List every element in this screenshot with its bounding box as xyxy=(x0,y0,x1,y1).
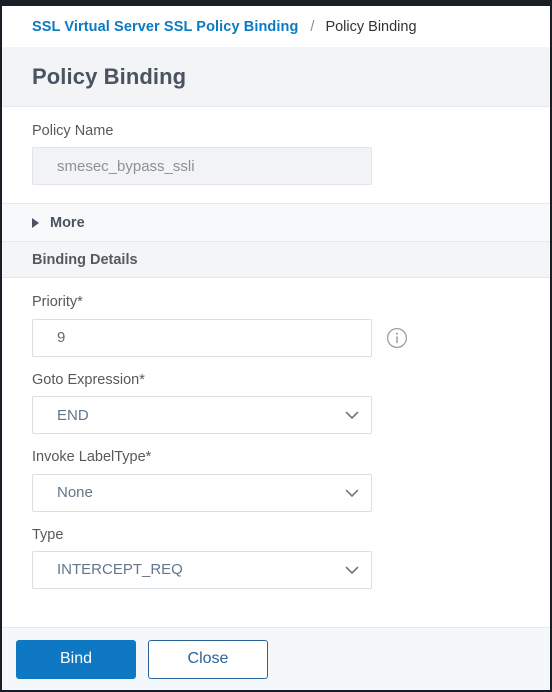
chevron-down-icon xyxy=(343,561,361,579)
invoke-labeltype-field-group: Invoke LabelType* None xyxy=(2,449,550,512)
policy-name-label: Policy Name xyxy=(32,123,114,139)
breadcrumb-separator: / xyxy=(310,18,315,35)
priority-input-row xyxy=(32,318,520,357)
type-select[interactable]: INTERCEPT_REQ xyxy=(32,550,372,589)
policy-name-field-group: Policy Name xyxy=(2,107,550,186)
caret-right-icon xyxy=(32,217,39,228)
page-title-band: Policy Binding xyxy=(2,47,550,107)
invoke-labeltype-value: None xyxy=(57,484,93,502)
more-section-toggle[interactable]: More xyxy=(2,203,550,243)
more-label: More xyxy=(50,214,85,231)
type-value: INTERCEPT_REQ xyxy=(57,561,183,579)
close-button[interactable]: Close xyxy=(148,639,268,679)
binding-details-header: Binding Details xyxy=(2,242,550,279)
goto-expression-select-wrap: END xyxy=(32,396,372,435)
priority-input[interactable] xyxy=(32,318,372,357)
goto-expression-field-group: Goto Expression* END xyxy=(2,371,550,435)
invoke-labeltype-select-wrap: None xyxy=(32,473,372,512)
page-title: Policy Binding xyxy=(32,63,187,89)
dialog-footer: Bind Close xyxy=(2,627,550,690)
form-body: Policy Name More Binding Details Priorit… xyxy=(2,107,550,627)
type-field-group: Type INTERCEPT_REQ xyxy=(2,527,550,589)
goto-expression-select[interactable]: END xyxy=(32,396,372,435)
type-label: Type xyxy=(32,526,64,543)
info-circle-icon[interactable] xyxy=(386,327,408,349)
goto-expression-label: Goto Expression* xyxy=(32,371,145,388)
breadcrumb-current: Policy Binding xyxy=(325,18,417,35)
chevron-down-icon xyxy=(343,406,361,424)
breadcrumb-parent-link[interactable]: SSL Virtual Server SSL Policy Binding xyxy=(32,19,298,35)
invoke-labeltype-select[interactable]: None xyxy=(32,473,372,512)
type-select-wrap: INTERCEPT_REQ xyxy=(32,550,372,589)
chevron-down-icon xyxy=(343,484,361,502)
breadcrumb: SSL Virtual Server SSL Policy Binding / … xyxy=(2,6,550,47)
priority-label: Priority* xyxy=(32,294,83,311)
invoke-labeltype-label: Invoke LabelType* xyxy=(32,449,152,466)
binding-details-title: Binding Details xyxy=(32,251,138,268)
policy-name-input xyxy=(32,147,372,186)
bind-button[interactable]: Bind xyxy=(16,639,136,679)
goto-expression-value: END xyxy=(57,406,89,424)
priority-field-group: Priority* xyxy=(2,294,550,357)
policy-binding-dialog: SSL Virtual Server SSL Policy Binding / … xyxy=(0,0,552,692)
